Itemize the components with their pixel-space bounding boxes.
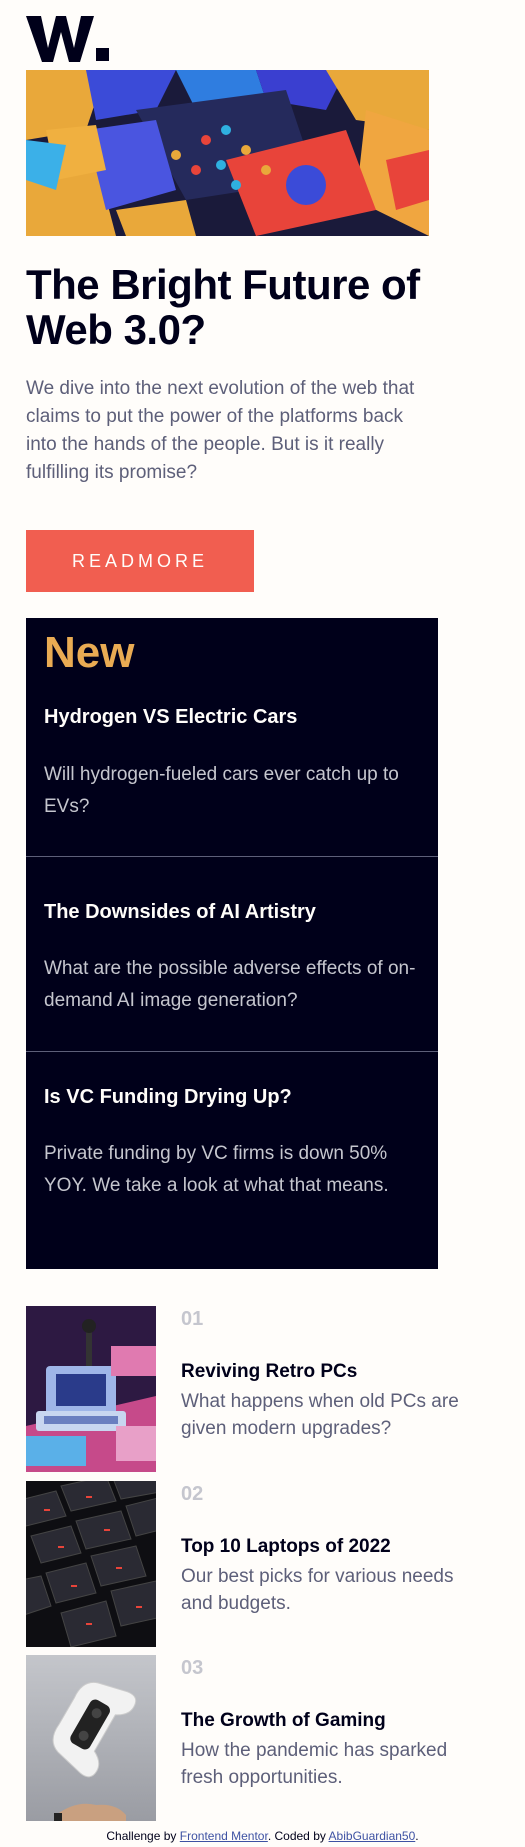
attribution-suffix: . <box>415 1829 419 1843</box>
ranked-article[interactable]: 01 Reviving Retro PCs What happens when … <box>26 1306 459 1472</box>
hero-description: We dive into the next evolution of the w… <box>26 378 415 483</box>
retro-pc-image <box>26 1306 156 1472</box>
new-item-text: What are the possible adverse effects of… <box>44 958 416 1011</box>
author-link[interactable]: AbibGuardian50 <box>329 1829 416 1843</box>
rank-number: 02 <box>181 1483 204 1505</box>
read-more-button[interactable]: READMORE <box>26 530 254 592</box>
attribution: Challenge by Frontend Mentor. Coded by A… <box>0 1829 525 1843</box>
laptop-keyboard-image <box>26 1481 156 1647</box>
hero-image <box>26 70 429 236</box>
new-item[interactable]: Is VC Funding Drying Up? Private funding… <box>26 1052 438 1269</box>
rank-number: 01 <box>181 1308 204 1330</box>
logo[interactable] <box>26 14 112 64</box>
rank-description: Our best picks for various needs and bud… <box>181 1566 454 1614</box>
ranked-article[interactable]: 02 Top 10 Laptops of 2022 Our best picks… <box>26 1481 453 1647</box>
w-logo-icon <box>26 16 109 62</box>
new-item-text: Private funding by VC firms is down 50% … <box>44 1143 389 1196</box>
rank-title[interactable]: Reviving Retro PCs <box>181 1361 357 1383</box>
new-item[interactable]: The Downsides of AI Artistry What are th… <box>26 857 438 1051</box>
ranked-article[interactable]: 03 The Growth of Gaming How the pandemic… <box>26 1655 447 1821</box>
rank-description: How the pandemic has sparked fresh oppor… <box>181 1740 448 1788</box>
rank-title[interactable]: The Growth of Gaming <box>181 1710 386 1732</box>
new-item-title[interactable]: Is VC Funding Drying Up? <box>44 1086 292 1109</box>
new-item-text: Will hydrogen-fueled cars ever catch up … <box>44 764 399 817</box>
game-controller-image <box>26 1655 156 1821</box>
attribution-middle: . Coded by <box>267 1829 326 1843</box>
frontend-mentor-link[interactable]: Frontend Mentor <box>180 1829 268 1843</box>
new-item-title[interactable]: Hydrogen VS Electric Cars <box>44 706 297 729</box>
new-articles-panel: New Hydrogen VS Electric Cars Will hydro… <box>26 618 438 1269</box>
hero-title: The Bright Future of Web 3.0? <box>26 261 420 353</box>
new-item-title[interactable]: The Downsides of AI Artistry <box>44 901 316 924</box>
new-item[interactable]: Hydrogen VS Electric Cars Will hydrogen-… <box>26 618 438 856</box>
rank-title[interactable]: Top 10 Laptops of 2022 <box>181 1536 391 1558</box>
rank-number: 03 <box>181 1657 204 1679</box>
rank-description: What happens when old PCs are given mode… <box>181 1391 459 1439</box>
attribution-prefix: Challenge by <box>106 1829 177 1843</box>
